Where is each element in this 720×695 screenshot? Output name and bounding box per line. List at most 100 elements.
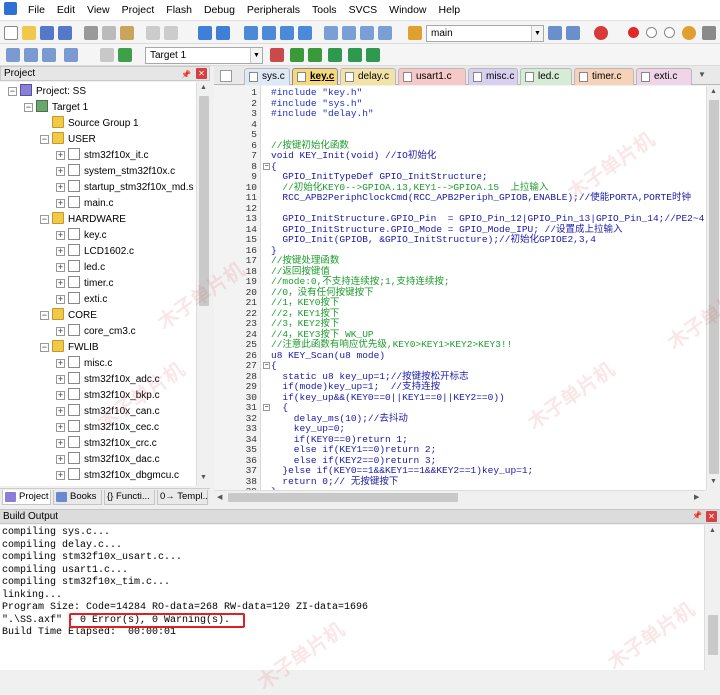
nav-forward-icon[interactable] bbox=[216, 26, 230, 40]
chevron-down-icon[interactable]: ▼ bbox=[531, 26, 543, 41]
file-item[interactable]: + startup_stm32f10x_md.s bbox=[56, 180, 194, 196]
expand-toggle-icon[interactable]: + bbox=[56, 263, 65, 272]
target-select[interactable]: Target 1 ▼ bbox=[145, 47, 263, 64]
menu-item-view[interactable]: View bbox=[81, 0, 116, 21]
stop-build-icon[interactable] bbox=[100, 48, 114, 62]
tab-led-c[interactable]: led.c bbox=[520, 68, 572, 85]
search-combo[interactable]: main ▼ bbox=[426, 25, 544, 42]
group-user[interactable]: − USER bbox=[40, 132, 96, 148]
manage-components-icon[interactable] bbox=[290, 48, 304, 62]
expand-toggle-icon[interactable]: + bbox=[56, 391, 65, 400]
translate-icon[interactable] bbox=[6, 48, 20, 62]
manage-project-icon[interactable] bbox=[308, 48, 322, 62]
expand-toggle-icon[interactable]: + bbox=[56, 183, 65, 192]
unindent-icon[interactable] bbox=[342, 26, 356, 40]
expand-toggle-icon[interactable]: + bbox=[56, 151, 65, 160]
nav-back-icon[interactable] bbox=[198, 26, 212, 40]
tab-project[interactable]: Project bbox=[2, 490, 51, 505]
debug-session-icon[interactable] bbox=[594, 26, 608, 40]
indent-icon[interactable] bbox=[324, 26, 338, 40]
file-item[interactable]: + stm32f10x_crc.c bbox=[56, 436, 157, 452]
expand-toggle-icon[interactable]: − bbox=[8, 87, 17, 96]
breakpoint-disable-icon[interactable] bbox=[646, 27, 657, 38]
expand-toggle-icon[interactable]: + bbox=[56, 423, 65, 432]
incremental-find-icon[interactable] bbox=[566, 26, 580, 40]
breakpoint-clear-icon[interactable] bbox=[664, 27, 675, 38]
close-icon[interactable]: ✕ bbox=[196, 68, 207, 79]
expand-toggle-icon[interactable]: + bbox=[56, 375, 65, 384]
hscroll-thumb[interactable] bbox=[228, 493, 458, 502]
menu-item-help[interactable]: Help bbox=[433, 0, 467, 21]
batch-build-icon[interactable] bbox=[64, 48, 78, 62]
build-output-scrollbar[interactable]: ▲ bbox=[704, 525, 720, 670]
menu-item-file[interactable]: File bbox=[22, 0, 51, 21]
bookmark-clear-icon[interactable] bbox=[298, 26, 312, 40]
tab-delay-c[interactable]: delay.c bbox=[340, 68, 396, 85]
expand-toggle-icon[interactable]: + bbox=[56, 167, 65, 176]
menu-item-debug[interactable]: Debug bbox=[198, 0, 241, 21]
download-icon[interactable] bbox=[118, 48, 132, 62]
group-hardware[interactable]: − HARDWARE bbox=[40, 212, 126, 228]
redo-icon[interactable] bbox=[164, 26, 178, 40]
undo-icon[interactable] bbox=[146, 26, 160, 40]
expand-toggle-icon[interactable]: + bbox=[56, 295, 65, 304]
menu-item-tools[interactable]: Tools bbox=[306, 0, 343, 21]
settings-icon[interactable] bbox=[702, 26, 716, 40]
bookmark-prev-icon[interactable] bbox=[262, 26, 276, 40]
group-fwlib[interactable]: − FWLIB bbox=[40, 340, 99, 356]
file-item[interactable]: + LCD1602.c bbox=[56, 244, 134, 260]
tab-templates[interactable]: 0→ Templ... bbox=[157, 490, 208, 505]
expand-toggle-icon[interactable]: − bbox=[40, 215, 49, 224]
expand-toggle-icon[interactable]: − bbox=[40, 343, 49, 352]
expand-toggle-icon[interactable]: + bbox=[56, 455, 65, 464]
breakpoint-kill-icon[interactable] bbox=[682, 26, 696, 40]
expand-toggle-icon[interactable]: + bbox=[56, 471, 65, 480]
scroll-down-icon[interactable]: ▼ bbox=[200, 474, 207, 481]
tab-exti-c[interactable]: exti.c bbox=[636, 68, 692, 85]
tab-scroll-icon[interactable]: ▼ bbox=[698, 70, 706, 79]
copy-icon[interactable] bbox=[102, 26, 116, 40]
file-item[interactable]: + stm32f10x_dac.c bbox=[56, 452, 160, 468]
group-source-group-1[interactable]: Source Group 1 bbox=[52, 116, 139, 132]
expand-toggle-icon[interactable]: + bbox=[56, 439, 65, 448]
editor-scrollbar[interactable]: ▲ ▼ bbox=[706, 86, 720, 490]
uncomment-icon[interactable] bbox=[378, 26, 392, 40]
scroll-up-icon[interactable]: ▲ bbox=[709, 527, 716, 534]
file-item[interactable]: + stm32f10x_dbgmcu.c bbox=[56, 468, 179, 484]
file-item[interactable]: + system_stm32f10x.c bbox=[56, 164, 175, 180]
file-item[interactable]: + led.c bbox=[56, 260, 105, 276]
close-icon[interactable]: ✕ bbox=[706, 511, 717, 522]
tab-sys-c[interactable]: sys.c bbox=[244, 68, 290, 85]
target-options-icon[interactable] bbox=[270, 48, 284, 62]
build-output-log[interactable]: compiling sys.c... compiling delay.c... co… bbox=[0, 525, 704, 670]
project-target[interactable]: − Target 1 bbox=[24, 100, 88, 116]
menu-item-flash[interactable]: Flash bbox=[160, 0, 198, 21]
scroll-up-icon[interactable]: ▲ bbox=[200, 84, 207, 91]
expand-toggle-icon[interactable]: + bbox=[56, 407, 65, 416]
tab-misc-c[interactable]: misc.c bbox=[468, 68, 518, 85]
save-all-icon[interactable] bbox=[58, 26, 72, 40]
expand-toggle-icon[interactable]: + bbox=[56, 327, 65, 336]
comment-icon[interactable] bbox=[360, 26, 374, 40]
editor-hscrollbar[interactable]: ◀ ▶ bbox=[214, 490, 706, 504]
menu-item-svcs[interactable]: SVCS bbox=[343, 0, 384, 21]
pin-icon[interactable]: 📌 bbox=[181, 68, 191, 81]
chevron-down-icon[interactable]: ▼ bbox=[250, 48, 262, 63]
expand-toggle-icon[interactable]: − bbox=[40, 135, 49, 144]
tab-books[interactable]: Books bbox=[53, 490, 102, 505]
expand-toggle-icon[interactable]: + bbox=[56, 199, 65, 208]
pack-installer-icon[interactable] bbox=[328, 48, 342, 62]
expand-toggle-icon[interactable]: + bbox=[56, 359, 65, 368]
tab-key-c[interactable]: key.c bbox=[292, 68, 338, 85]
scroll-down-icon[interactable]: ▼ bbox=[710, 478, 717, 485]
find-icon[interactable] bbox=[548, 26, 562, 40]
fold-toggle-icon[interactable]: − bbox=[263, 404, 270, 411]
project-root[interactable]: − Project: SS bbox=[8, 84, 86, 100]
fold-toggle-icon[interactable]: − bbox=[263, 162, 270, 170]
select-packs-icon[interactable] bbox=[348, 48, 362, 62]
collapse-icon[interactable] bbox=[220, 70, 232, 82]
save-icon[interactable] bbox=[40, 26, 54, 40]
app-icon[interactable] bbox=[0, 0, 22, 21]
tab-usart1-c[interactable]: usart1.c bbox=[398, 68, 466, 85]
group-core[interactable]: − CORE bbox=[40, 308, 97, 324]
